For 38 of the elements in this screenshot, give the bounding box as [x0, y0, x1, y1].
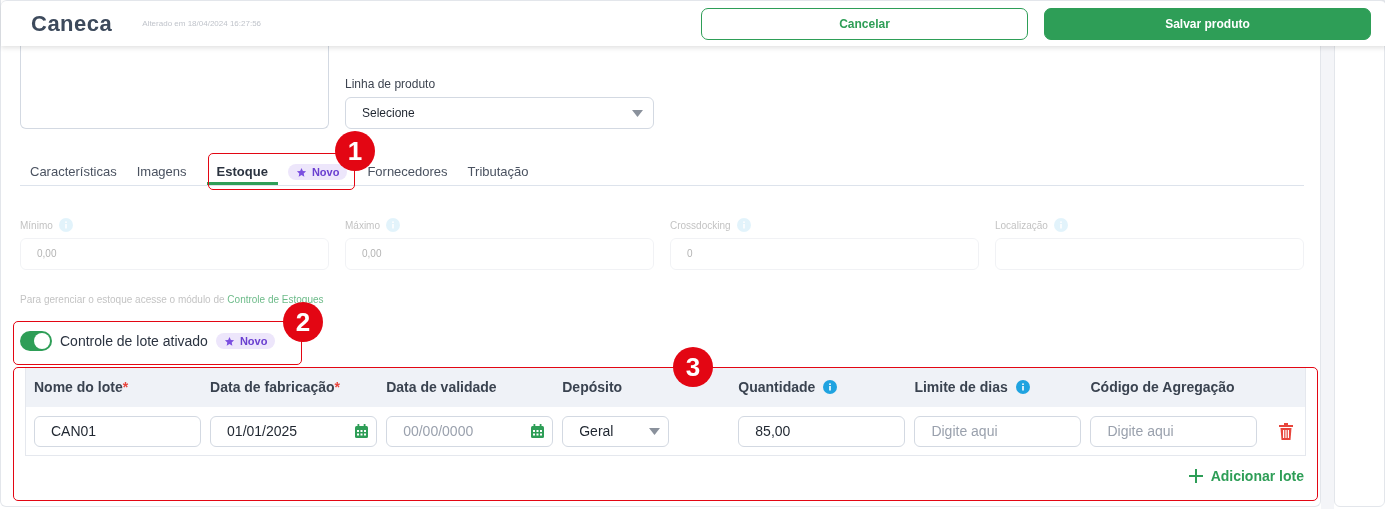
- input-field[interactable]: CAN01: [34, 415, 201, 447]
- field-label: Máximo: [345, 219, 380, 231]
- tab[interactable]: Tributação: [457, 163, 539, 185]
- cancel-button[interactable]: Cancelar: [701, 7, 1028, 40]
- info-icon: [736, 218, 751, 232]
- product-title: Caneca: [31, 10, 113, 37]
- field-label: Crossdocking: [670, 219, 731, 231]
- column-header: Limite de dias: [914, 379, 1008, 395]
- callout-number: 3: [673, 347, 713, 387]
- column-header: Depósito: [562, 379, 623, 395]
- field-label: Linha de produto: [345, 77, 437, 91]
- info-icon: [1053, 218, 1068, 232]
- column-header: Data de validade: [386, 379, 497, 395]
- warehouse-select[interactable]: Geral: [562, 415, 670, 447]
- column-header: Nome do lote*: [34, 379, 129, 395]
- tab[interactable]: Imagens: [126, 163, 197, 185]
- calendar-icon: [531, 424, 545, 438]
- callout-number: 2: [283, 302, 323, 342]
- product-line-select[interactable]: Selecione: [345, 97, 654, 129]
- field-label: Localização: [995, 219, 1048, 231]
- column-header: Data de fabricação*: [210, 379, 341, 395]
- calendar-icon: [355, 424, 369, 438]
- caret-icon: [649, 427, 661, 435]
- new-badge: Novo: [287, 164, 348, 180]
- input-field[interactable]: 85,00: [738, 415, 906, 447]
- new-badge: Novo: [215, 333, 276, 349]
- column-header: Código de Agregação: [1090, 379, 1235, 395]
- tab[interactable]: Características: [20, 163, 127, 185]
- date-field[interactable]: 01/01/2025: [210, 415, 378, 447]
- toggle-label: Controle de lote ativado: [60, 333, 208, 349]
- toggle-switch[interactable]: [20, 331, 52, 351]
- field-label: Mínimo: [20, 219, 53, 231]
- column-header: Quantidade: [738, 379, 816, 395]
- trash-icon[interactable]: [1278, 422, 1293, 440]
- plus-icon: [1188, 469, 1203, 483]
- info-icon: [58, 218, 73, 232]
- caret-icon: [632, 109, 643, 117]
- info-icon: [386, 218, 400, 232]
